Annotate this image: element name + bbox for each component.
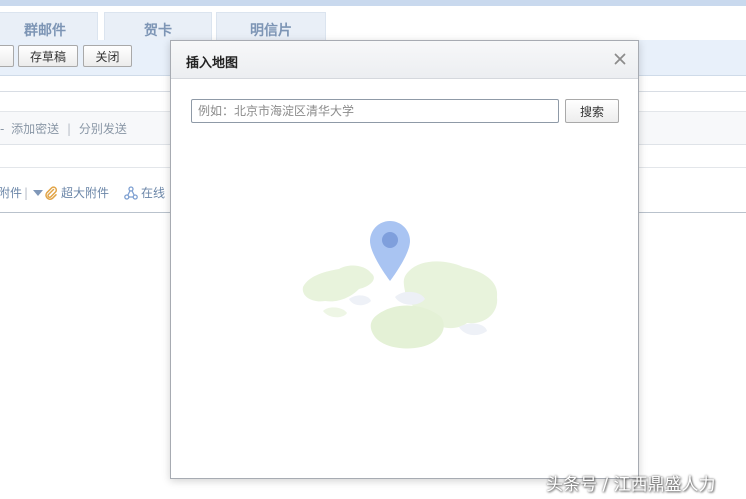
- dialog-close-button[interactable]: [612, 51, 628, 67]
- online-doc-button[interactable]: 在线: [124, 184, 165, 201]
- paperclip-icon: [45, 185, 58, 200]
- close-compose-label: 关闭: [95, 49, 120, 64]
- compose-tab-bar: 群邮件 贺卡 明信片: [0, 6, 746, 46]
- watermark-text: 头条号 / 江西鼎盛人力: [546, 475, 716, 495]
- tab-greeting-card-label: 贺卡: [144, 22, 172, 39]
- link-separator: |: [67, 122, 72, 136]
- map-placeholder-illustration: [302, 221, 498, 349]
- save-draft-label: 存草稿: [29, 49, 66, 64]
- water-shape-1: [349, 295, 371, 306]
- online-doc-label: 在线: [141, 186, 166, 200]
- land-shape-south: [370, 305, 444, 349]
- land-shape-west-small: [323, 307, 347, 318]
- share-icon: [124, 185, 138, 200]
- insert-map-dialog: 插入地图 搜索: [170, 40, 639, 479]
- large-attachment-label: 超大附件: [61, 186, 110, 200]
- dialog-title: 插入地图: [186, 56, 239, 71]
- tab-group-mail-label: 群邮件: [24, 22, 66, 39]
- add-bcc-link[interactable]: 添加密送: [11, 122, 59, 136]
- attachment-label: 附件: [0, 186, 23, 200]
- send-separately-link[interactable]: 分别发送: [79, 122, 127, 136]
- water-shape-3: [459, 323, 487, 336]
- close-compose-button[interactable]: 关闭: [83, 45, 132, 67]
- map-search-button[interactable]: 搜索: [565, 99, 619, 123]
- chevron-down-icon[interactable]: [33, 189, 44, 196]
- send-button-partial[interactable]: [0, 45, 14, 67]
- tab-postcard-label: 明信片: [250, 22, 292, 39]
- map-pin-icon: [370, 221, 410, 281]
- map-search-input[interactable]: [191, 99, 559, 123]
- recipient-links: - 添加密送 | 分别发送: [0, 120, 127, 137]
- dialog-header: 插入地图: [171, 41, 638, 79]
- close-icon: [614, 53, 626, 65]
- save-draft-button[interactable]: 存草稿: [18, 45, 78, 67]
- large-attachment-button[interactable]: 超大附件: [44, 184, 109, 201]
- add-attachment-button[interactable]: 附件 |: [0, 184, 44, 201]
- attachment-divider: |: [24, 185, 29, 200]
- recipient-prefix: -: [0, 122, 5, 136]
